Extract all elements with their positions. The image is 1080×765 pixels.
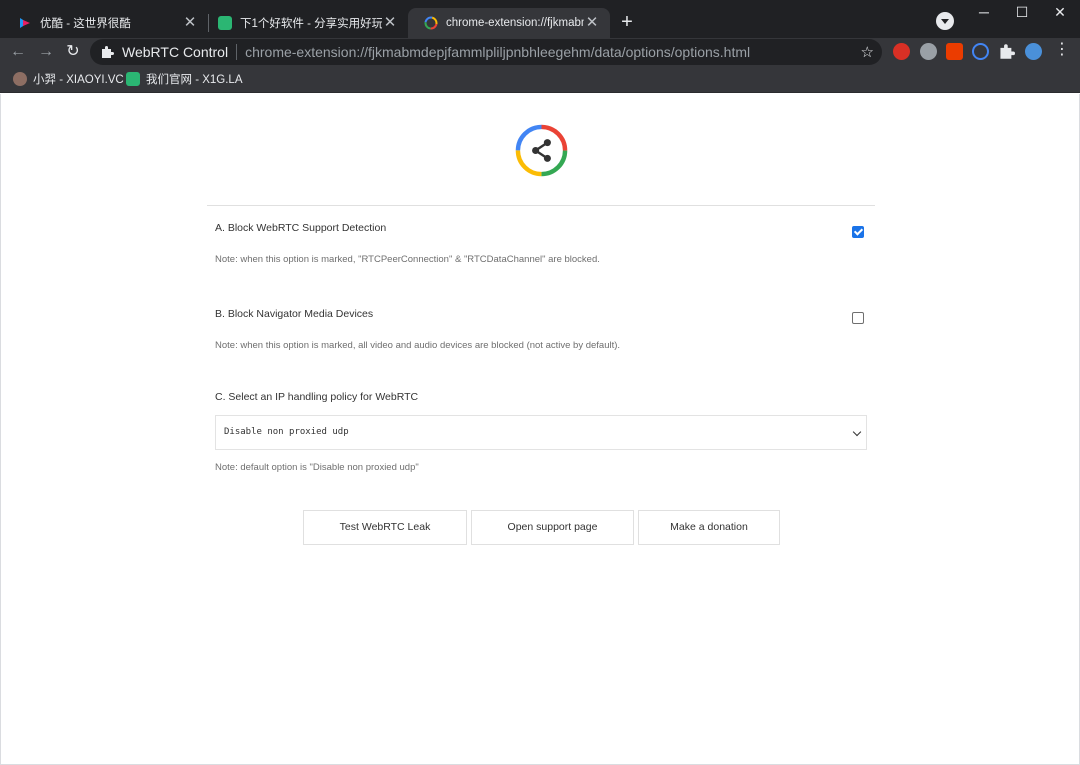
tab-title: 优酷 - 这世界很酷: [40, 18, 131, 30]
avatar-icon: [13, 72, 27, 86]
open-support-page-button[interactable]: Open support page: [471, 510, 634, 545]
bookmark-star-icon[interactable]: ☆: [861, 43, 874, 61]
bookmark-label: 小羿 - XIAOYI.VC: [33, 74, 124, 86]
back-icon[interactable]: ←: [8, 42, 28, 62]
ip-policy-select[interactable]: Disable non proxied udp: [215, 415, 867, 450]
chevron-down-icon: [852, 427, 862, 437]
extensions-puzzle-icon[interactable]: [998, 43, 1015, 60]
option-b-label: B. Block Navigator Media Devices: [215, 308, 374, 320]
extension-webrtc-icon[interactable]: [920, 43, 937, 60]
bookmark-label: 我们官网 - X1G.LA: [146, 74, 243, 86]
bookmarks-bar: 小羿 - XIAOYI.VC 我们官网 - X1G.LA: [0, 66, 1080, 93]
tab-xia1ge[interactable]: 下1个好软件 - 分享实用好玩有趣 ✕: [202, 8, 408, 38]
block-webrtc-checkbox[interactable]: [852, 226, 864, 238]
reload-icon[interactable]: ↻: [63, 42, 83, 62]
tab-title: 下1个好软件 - 分享实用好玩有趣: [240, 18, 382, 30]
option-a-note: Note: when this option is marked, "RTCPe…: [215, 254, 600, 265]
address-bar[interactable]: WebRTC Control chrome-extension://fjkmab…: [90, 39, 882, 65]
extension-office-icon[interactable]: [946, 43, 963, 60]
tab-strip: 优酷 - 这世界很酷 ✕ 下1个好软件 - 分享实用好玩有趣 ✕ chrome-…: [0, 0, 1080, 38]
option-c-label: C. Select an IP handling policy for WebR…: [215, 391, 419, 403]
extension-sync-icon[interactable]: [972, 43, 989, 60]
tab-title: chrome-extension://fjkmabmd: [446, 17, 584, 29]
xia1ge-icon: [218, 16, 232, 30]
url-text: chrome-extension://fjkmabmdepjfammlplilj…: [245, 44, 751, 60]
close-icon[interactable]: ✕: [182, 15, 198, 31]
block-media-devices-checkbox[interactable]: [852, 312, 864, 324]
youku-icon: [20, 18, 30, 28]
address-divider: [236, 44, 238, 60]
bookmark-item[interactable]: 我们官网 - X1G.LA: [126, 71, 243, 87]
tab-search-icon[interactable]: [936, 12, 954, 30]
webrtc-control-icon: [424, 16, 438, 30]
select-value: Disable non proxied udp: [224, 427, 349, 437]
forward-icon[interactable]: →: [36, 42, 56, 62]
browser-toolbar: ← → ↻ WebRTC Control chrome-extension://…: [0, 38, 1080, 66]
close-icon[interactable]: ✕: [382, 15, 398, 31]
option-c-note: Note: default option is "Disable non pro…: [215, 462, 419, 473]
more-menu-icon[interactable]: ⋮: [1054, 42, 1070, 58]
new-tab-button[interactable]: +: [616, 11, 638, 33]
webrtc-control-logo-icon: [515, 124, 568, 177]
xia1ge-icon: [126, 72, 140, 86]
tab-youku[interactable]: 优酷 - 这世界很酷 ✕: [2, 8, 208, 38]
test-webrtc-leak-button[interactable]: Test WebRTC Leak: [303, 510, 467, 545]
header-divider: [207, 205, 875, 206]
option-a-label: A. Block WebRTC Support Detection: [215, 222, 387, 234]
options-page: A. Block WebRTC Support Detection Note: …: [0, 94, 1080, 765]
bookmark-item[interactable]: 小羿 - XIAOYI.VC: [13, 71, 124, 87]
tab-extension-options[interactable]: chrome-extension://fjkmabmd ✕: [408, 8, 610, 38]
puzzle-icon: [102, 46, 114, 58]
option-b-note: Note: when this option is marked, all vi…: [215, 340, 621, 351]
site-name: WebRTC Control: [122, 44, 229, 60]
make-donation-button[interactable]: Make a donation: [638, 510, 780, 545]
close-icon[interactable]: ✕: [584, 15, 600, 31]
extension-adblock-icon[interactable]: [893, 43, 910, 60]
window-close-button[interactable]: ✕: [1038, 0, 1080, 26]
profile-avatar[interactable]: [1025, 43, 1042, 60]
